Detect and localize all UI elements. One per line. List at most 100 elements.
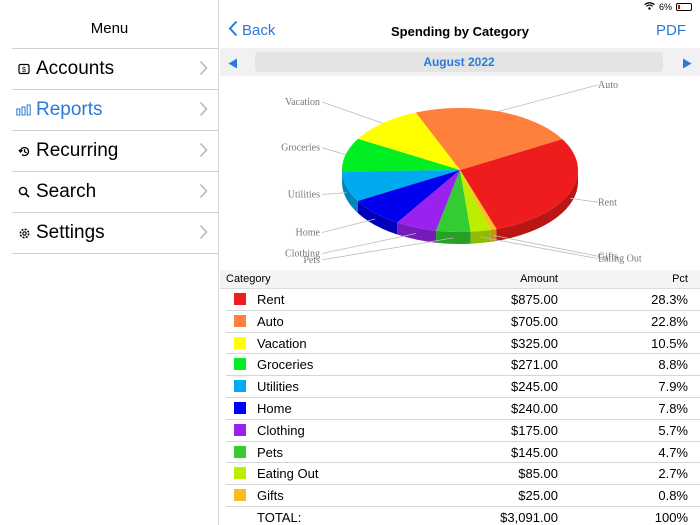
row-pct: 28.3% [651, 292, 688, 307]
row-amount: $325.00 [511, 335, 558, 351]
leader-line [321, 192, 347, 195]
slice-label: Rent [598, 197, 617, 208]
leader-line [498, 84, 599, 112]
leader-line [480, 236, 599, 259]
row-category: Utilities [257, 379, 299, 395]
search-icon [12, 186, 36, 198]
chevron-right-icon [199, 60, 208, 81]
dollar-icon: $ [12, 63, 36, 75]
leader-line [321, 101, 383, 124]
page-title: Spending by Category [391, 24, 529, 39]
table-row[interactable]: Vacation $325.00 10.5% [226, 333, 700, 355]
pie-slice-side-pets [436, 230, 471, 244]
sidebar-item-reports[interactable]: Reports [12, 90, 218, 131]
table-row[interactable]: Utilities $245.00 7.9% [226, 376, 700, 398]
sidebar-title: Menu [90, 20, 129, 37]
table-row[interactable]: Pets $145.00 4.7% [226, 442, 700, 464]
previous-month-arrow-icon[interactable] [228, 56, 238, 74]
category-table: Rent $875.00 28.3% Auto $705.00 22.8% Vacation… [220, 289, 700, 525]
row-amount: $145.00 [511, 444, 558, 460]
svg-text:$: $ [22, 67, 26, 74]
total-label: TOTAL: [257, 509, 302, 525]
color-swatch [234, 423, 246, 436]
bar-chart-icon [12, 104, 36, 116]
sidebar-item-label: Settings [36, 222, 105, 243]
leader-line [321, 237, 454, 261]
total-pct: 100% [654, 509, 688, 525]
table-row[interactable]: Home $240.00 7.8% [226, 398, 700, 420]
row-amount: $25.00 [518, 488, 558, 504]
row-pct: 5.7% [658, 422, 688, 438]
sidebar-item-label: Recurring [36, 140, 119, 161]
column-header-pct: Pct [672, 273, 688, 285]
sidebar-item-search[interactable]: Search [12, 172, 218, 213]
row-category: Home [257, 400, 292, 416]
row-pct: 7.9% [658, 379, 688, 395]
pie-slice-side-eating-out [470, 229, 491, 244]
column-header-category: Category [226, 273, 271, 285]
slice-label: Vacation [285, 97, 320, 108]
row-amount: $240.00 [511, 400, 558, 416]
row-category: Pets [257, 444, 284, 460]
month-button[interactable]: August 2022 [255, 52, 663, 72]
row-category: Rent [257, 292, 285, 307]
row-amount: $85.00 [518, 466, 558, 482]
table-row[interactable]: Groceries $271.00 8.8% [226, 354, 700, 377]
table-row[interactable]: Rent $875.00 28.3% [226, 289, 700, 311]
row-amount: $175.00 [511, 422, 558, 438]
slice-label: Home [296, 227, 321, 238]
row-category: Auto [257, 313, 284, 329]
row-amount: $705.00 [511, 313, 558, 329]
color-swatch [234, 380, 246, 393]
color-swatch [234, 445, 246, 458]
column-header-amount: Amount [520, 273, 558, 285]
color-swatch [234, 358, 246, 371]
sidebar-item-label: Search [36, 181, 97, 202]
sidebar: Menu $ Accounts Reports Recurring Search… [0, 0, 219, 525]
table-row[interactable]: Eating Out $85.00 2.7% [226, 463, 700, 486]
leader-line [321, 233, 417, 254]
slice-label: Groceries [281, 143, 320, 154]
table-header: Category Amount Pct [220, 270, 700, 289]
pdf-button[interactable]: PDF [656, 22, 686, 39]
row-category: Clothing [257, 422, 305, 438]
sidebar-item-label: Reports [36, 99, 103, 120]
sidebar-item-recurring[interactable]: Recurring [12, 131, 218, 172]
row-pct: 22.8% [651, 313, 688, 329]
table-row[interactable]: Auto $705.00 22.8% [226, 311, 700, 333]
repeat-icon [12, 145, 36, 158]
row-amount: $271.00 [511, 357, 558, 373]
row-pct: 4.7% [658, 444, 688, 460]
sidebar-item-accounts[interactable]: $ Accounts [12, 49, 218, 90]
row-pct: 10.5% [651, 335, 688, 351]
leader-line [321, 147, 346, 156]
slice-label: Pets [303, 255, 320, 266]
chevron-right-icon [199, 101, 208, 122]
color-swatch [234, 293, 246, 305]
next-month-arrow-icon[interactable] [682, 56, 692, 74]
slice-label: Gifts [598, 251, 618, 262]
color-swatch [234, 467, 246, 480]
pie-chart: RentAutoVacationGroceriesUtilitiesHomeCl… [281, 80, 642, 266]
month-selector: August 2022 [220, 48, 700, 76]
color-swatch [234, 336, 246, 349]
row-pct: 2.7% [658, 466, 688, 482]
main-panel: Back Spending by Category PDF August 202… [220, 0, 700, 525]
table-row[interactable]: Clothing $175.00 5.7% [226, 420, 700, 442]
color-swatch [234, 314, 246, 327]
sidebar-item-label: Accounts [36, 58, 115, 79]
row-amount: $875.00 [511, 292, 558, 307]
sidebar-item-settings[interactable]: Settings [12, 213, 218, 254]
total-row: TOTAL: $3,091.00 100% [226, 507, 700, 525]
slice-label: Utilities [288, 189, 320, 200]
row-category: Vacation [257, 335, 307, 351]
color-swatch [234, 401, 246, 414]
gear-icon [12, 227, 36, 240]
table-row[interactable]: Gifts $25.00 0.8% [226, 485, 700, 507]
color-swatch [234, 489, 246, 502]
chevron-right-icon [199, 142, 208, 163]
total-amount: $3,091.00 [500, 509, 558, 525]
leader-line [321, 218, 376, 233]
row-category: Eating Out [257, 466, 319, 482]
leader-line [570, 197, 599, 203]
